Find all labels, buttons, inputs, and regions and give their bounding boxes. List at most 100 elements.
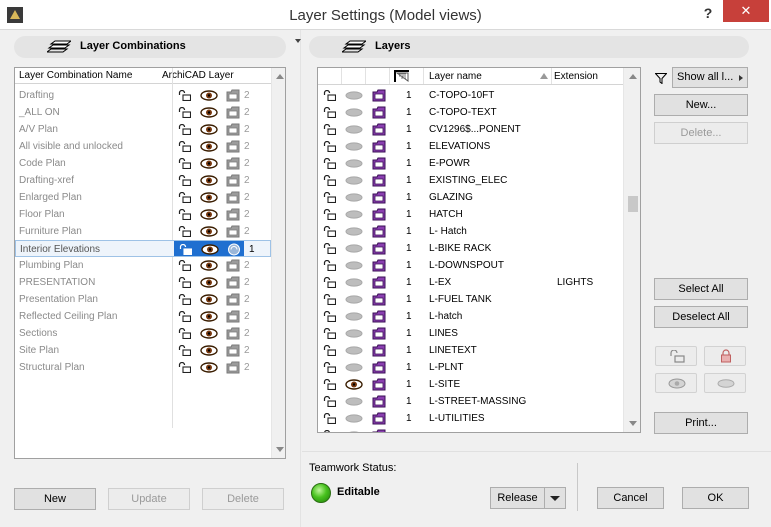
folder-icon[interactable] [226,327,240,343]
unlock-icon[interactable] [323,242,337,257]
eye-closed-icon[interactable] [345,159,363,171]
eye-icon[interactable] [201,244,219,258]
table-row[interactable]: 1 E-POWR [318,155,623,172]
list-item[interactable]: PRESENTATION 2 [15,274,271,291]
scroll-thumb[interactable] [628,196,638,212]
table-row[interactable]: 1 CV1296$...PONENT [318,121,623,138]
show-layers-dropdown[interactable]: Show all l... [672,67,748,88]
column-header-intersection-group[interactable] [390,68,424,84]
list-item[interactable]: Drafting 2 [15,87,271,104]
folder-icon[interactable] [226,361,240,377]
folder-icon[interactable] [372,395,386,411]
unlock-icon[interactable] [323,225,337,240]
eye-icon[interactable] [200,124,218,138]
unlock-icon[interactable] [323,106,337,121]
delete-layer-button[interactable]: Delete... [654,122,748,144]
list-item[interactable]: Enlarged Plan 2 [15,189,271,206]
column-header-layer-name[interactable]: Layer name [424,68,552,84]
folder-icon[interactable] [372,191,386,207]
folder-icon[interactable] [372,174,386,190]
folder-icon[interactable] [372,344,386,360]
folder-icon[interactable] [226,89,240,105]
folder-icon[interactable] [372,123,386,139]
table-row[interactable]: 1 GLAZING [318,189,623,206]
column-header-lock[interactable] [318,68,342,84]
folder-icon[interactable] [372,157,386,173]
folder-icon[interactable] [372,378,386,394]
folder-icon[interactable] [226,174,240,190]
table-row[interactable]: 1 L-hatch [318,308,623,325]
table-row[interactable]: 1 L-EX LIGHTS [318,274,623,291]
unlock-icon[interactable] [323,344,337,359]
unlock-icon[interactable] [323,293,337,308]
unlock-icon[interactable] [178,157,192,172]
table-row[interactable] [318,427,623,432]
eye-icon[interactable] [200,226,218,240]
unlock-icon[interactable] [178,140,192,155]
unlock-icon[interactable] [323,123,337,138]
folder-icon[interactable] [372,429,386,432]
release-button[interactable]: Release [490,487,545,509]
table-row[interactable]: 1 L- Hatch [318,223,623,240]
table-row[interactable]: 1 L-DOWNSPOUT [318,257,623,274]
eye-closed-icon[interactable] [345,346,363,358]
scroll-down-icon[interactable] [629,421,637,426]
chevron-down-icon[interactable] [295,39,301,43]
scroll-up-icon[interactable] [276,74,284,79]
unlock-icon[interactable] [323,327,337,342]
folder-icon[interactable] [226,106,240,122]
unlock-icon[interactable] [323,395,337,410]
lc-scrollbar[interactable] [271,68,285,458]
table-row[interactable]: 1 EXISTING_ELEC [318,172,623,189]
eye-icon[interactable] [200,328,218,342]
print-button[interactable]: Print... [654,412,748,434]
layers-scrollbar[interactable] [623,68,640,432]
folder-icon[interactable] [226,293,240,309]
cancel-button[interactable]: Cancel [597,487,664,509]
help-button[interactable]: ? [694,2,722,26]
folder-icon[interactable] [372,361,386,377]
new-combination-button[interactable]: New [14,488,96,510]
folder-icon[interactable] [226,191,240,207]
eye-closed-icon[interactable] [345,210,363,222]
eye-icon[interactable] [200,362,218,376]
list-item[interactable]: A/V Plan 2 [15,121,271,138]
list-item[interactable]: All visible and unlocked 2 [15,138,271,155]
folder-icon[interactable] [226,123,240,139]
unlock-icon[interactable] [178,208,192,223]
column-header-extension[interactable]: Extension [552,68,623,84]
unlock-icon[interactable] [323,191,337,206]
table-row[interactable]: 1 L-PLNT [318,359,623,376]
table-row[interactable]: 1 L-STREET-MASSING [318,393,623,410]
table-row[interactable]: 1 HATCH [318,206,623,223]
table-row[interactable]: 1 LINES [318,325,623,342]
folder-icon[interactable] [226,276,240,292]
eye-icon[interactable] [200,90,218,104]
unlock-selected-button[interactable] [655,346,697,366]
eye-closed-icon[interactable] [345,227,363,239]
eye-icon[interactable] [200,311,218,325]
folder-icon[interactable] [226,310,240,326]
list-item[interactable]: Structural Plan 2 [15,359,271,376]
list-item[interactable]: Sections 2 [15,325,271,342]
eye-closed-icon[interactable] [345,91,363,103]
eye-closed-icon[interactable] [345,329,363,341]
unlock-icon[interactable] [323,412,337,427]
eye-icon[interactable] [200,260,218,274]
unlock-icon[interactable] [178,327,192,342]
eye-closed-icon[interactable] [345,431,363,432]
list-item[interactable]: Drafting-xref 2 [15,172,271,189]
folder-icon[interactable] [372,327,386,343]
unlock-icon[interactable] [178,123,192,138]
unlock-icon[interactable] [323,310,337,325]
folder-icon[interactable] [372,259,386,275]
folder-icon[interactable] [372,276,386,292]
folder-icon[interactable] [226,225,240,241]
eye-closed-icon[interactable] [345,125,363,137]
update-combination-button[interactable]: Update [108,488,190,510]
folder-icon[interactable] [226,140,240,156]
table-row[interactable]: 1 LINETEXT [318,342,623,359]
folder-icon[interactable] [372,106,386,122]
eye-closed-icon[interactable] [345,176,363,188]
eye-icon[interactable] [200,158,218,172]
